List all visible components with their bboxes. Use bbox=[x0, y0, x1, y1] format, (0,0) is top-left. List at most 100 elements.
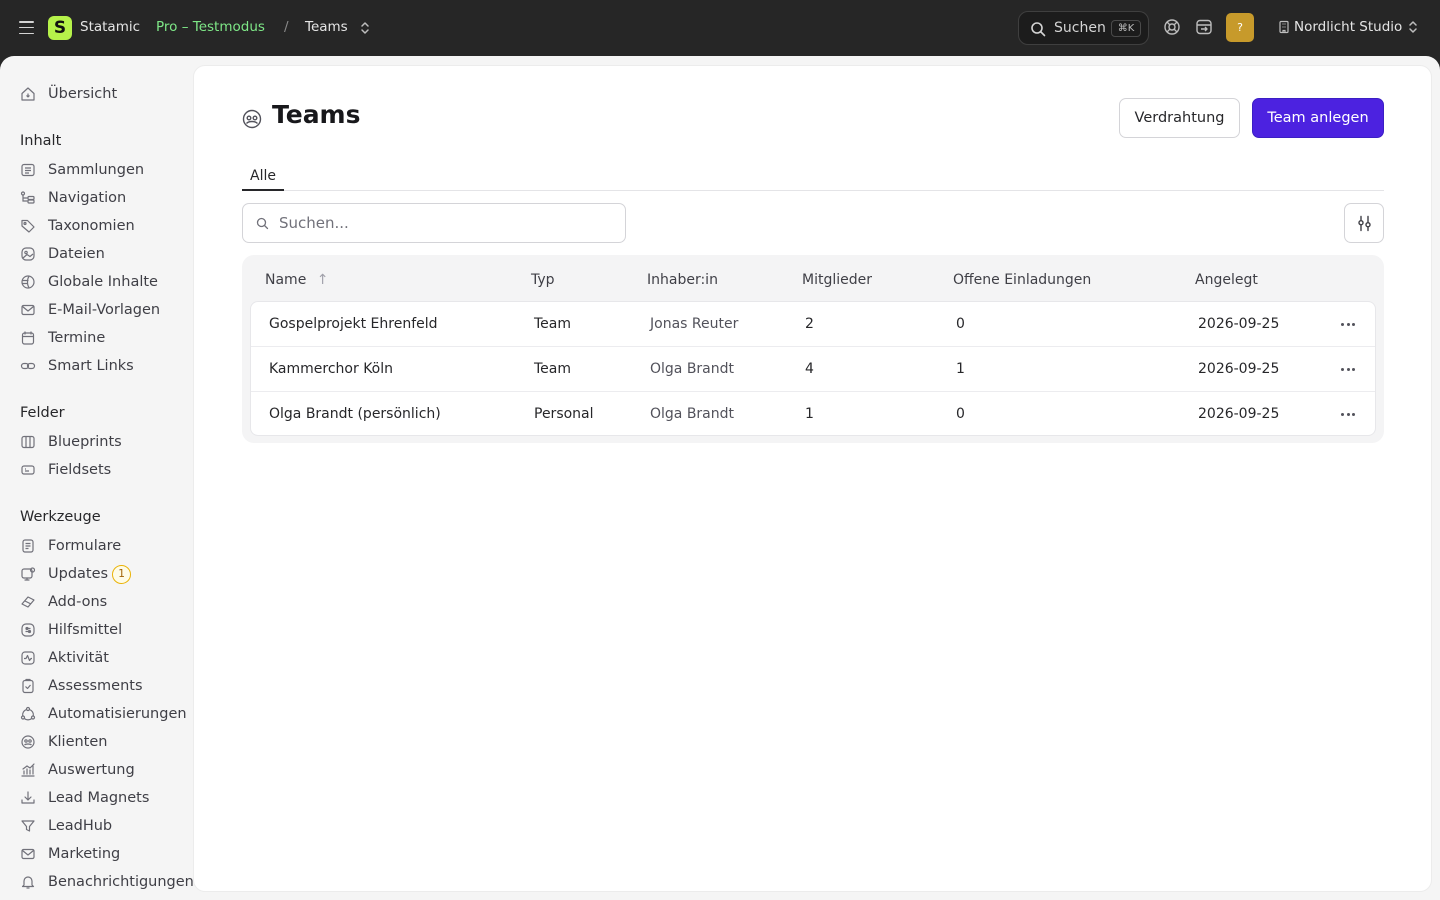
sidebar-item-clients[interactable]: Klienten bbox=[20, 731, 107, 753]
hamburger-line bbox=[19, 32, 34, 34]
statamic-logo[interactable]: S bbox=[48, 16, 72, 40]
team-created: 2026-09-25 bbox=[1198, 406, 1280, 422]
lifebuoy-icon[interactable] bbox=[1163, 18, 1181, 36]
search-icon bbox=[1031, 22, 1046, 37]
menu-toggle-button[interactable] bbox=[19, 21, 34, 34]
sidebar-item-label: Formulare bbox=[48, 538, 122, 554]
sidebar-item-activity[interactable]: Aktivität bbox=[20, 647, 109, 669]
tab-all[interactable]: Alle bbox=[242, 168, 284, 191]
sidebar-item-notifications[interactable]: Benachrichtigungen bbox=[20, 871, 194, 893]
column-header-label: Name bbox=[265, 272, 307, 288]
sidebar-item-label: Hilfsmittel bbox=[48, 622, 123, 638]
sidebar-item-addons[interactable]: Add-ons bbox=[20, 591, 107, 613]
table-row[interactable]: Olga Brandt (persönlich) Personal Olga B… bbox=[251, 392, 1375, 437]
table-row[interactable]: Kammerchor Köln Team Olga Brandt 4 1 202… bbox=[251, 347, 1375, 392]
view-site-icon[interactable] bbox=[1195, 18, 1213, 36]
globe-icon bbox=[21, 275, 35, 289]
sidebar-item-blueprints[interactable]: Blueprints bbox=[20, 431, 122, 453]
team-open-invites: 0 bbox=[956, 406, 965, 422]
sidebar-item-assets[interactable]: Dateien bbox=[20, 243, 105, 265]
search-input[interactable] bbox=[279, 212, 609, 234]
sidebar-item-utilities[interactable]: Hilfsmittel bbox=[20, 619, 122, 641]
sidebar-item-smart-links[interactable]: Smart Links bbox=[20, 355, 134, 377]
row-actions-button[interactable] bbox=[1333, 359, 1363, 379]
create-team-button[interactable]: Team anlegen bbox=[1252, 98, 1384, 138]
sidebar-item-label: Auswertung bbox=[48, 762, 135, 778]
team-open-invites: 0 bbox=[956, 316, 965, 332]
team-created: 2026-09-25 bbox=[1198, 316, 1280, 332]
site-name: Nordlicht Studio bbox=[1294, 19, 1403, 35]
sliders-icon bbox=[1358, 215, 1371, 232]
sidebar-item-label: Klienten bbox=[48, 734, 108, 750]
sidebar-item-label: Taxonomien bbox=[48, 218, 135, 234]
addons-icon bbox=[21, 596, 35, 608]
bell-icon bbox=[21, 876, 35, 889]
sidebar-item-label: Dateien bbox=[48, 246, 105, 262]
column-header-open-invites[interactable]: Offene Einladungen bbox=[953, 272, 1091, 288]
table-row[interactable]: Gospelprojekt Ehrenfeld Team Jonas Reute… bbox=[251, 302, 1375, 347]
fieldset-icon bbox=[21, 465, 35, 475]
main-panel: Teams Verdrahtung Team anlegen Alle Name… bbox=[193, 65, 1432, 892]
sidebar-item-label: Aktivität bbox=[48, 650, 109, 666]
column-header-type[interactable]: Typ bbox=[531, 272, 555, 288]
sidebar-item-label: Smart Links bbox=[48, 358, 134, 374]
collections-icon bbox=[21, 163, 35, 177]
sidebar-item-forms[interactable]: Formulare bbox=[20, 535, 121, 557]
brand-name[interactable]: Statamic bbox=[80, 19, 140, 35]
blueprint-icon bbox=[21, 435, 35, 449]
team-owner: Olga Brandt bbox=[650, 406, 735, 422]
sidebar-item-analytics[interactable]: Auswertung bbox=[20, 759, 135, 781]
column-header-members[interactable]: Mitglieder bbox=[802, 272, 872, 288]
team-members: 4 bbox=[805, 361, 814, 377]
sidebar-item-fieldsets[interactable]: Fieldsets bbox=[20, 459, 111, 481]
sidebar-item-globals[interactable]: Globale Inhalte bbox=[20, 271, 158, 293]
breadcrumb-separator: / bbox=[284, 19, 289, 35]
sidebar-item-email-templates[interactable]: E-Mail-Vorlagen bbox=[20, 299, 160, 321]
sidebar-item-leadhub[interactable]: LeadHub bbox=[20, 815, 112, 837]
sidebar-item-automations[interactable]: Automatisierungen bbox=[20, 703, 187, 725]
team-members: 2 bbox=[805, 316, 814, 332]
updates-icon bbox=[21, 567, 36, 581]
breadcrumb-current[interactable]: Teams bbox=[305, 19, 348, 35]
team-name[interactable]: Gospelprojekt Ehrenfeld bbox=[269, 316, 438, 332]
sidebar-item-label: Updates bbox=[48, 566, 109, 582]
chevron-up-down-icon[interactable] bbox=[358, 20, 372, 36]
analytics-icon bbox=[21, 763, 35, 777]
mail-icon bbox=[21, 304, 35, 316]
wiring-button[interactable]: Verdrahtung bbox=[1119, 98, 1240, 138]
global-search-button[interactable]: Suchen ⌘K bbox=[1018, 11, 1149, 45]
team-owner: Jonas Reuter bbox=[650, 316, 739, 332]
sidebar: Übersicht Inhalt Sammlungen Navigation T… bbox=[0, 56, 194, 900]
utilities-icon bbox=[21, 623, 35, 637]
link-icon bbox=[20, 362, 36, 370]
row-actions-button[interactable] bbox=[1333, 314, 1363, 334]
help-badge[interactable]: ? bbox=[1226, 13, 1254, 42]
team-created: 2026-09-25 bbox=[1198, 361, 1280, 377]
team-name[interactable]: Olga Brandt (persönlich) bbox=[269, 406, 441, 422]
site-switcher[interactable]: Nordlicht Studio bbox=[1278, 19, 1420, 35]
sidebar-item-collections[interactable]: Sammlungen bbox=[20, 159, 144, 181]
sidebar-item-updates[interactable]: Updates 1 bbox=[20, 563, 132, 585]
team-type: Personal bbox=[534, 406, 594, 422]
sidebar-item-navigation[interactable]: Navigation bbox=[20, 187, 126, 209]
column-header-created[interactable]: Angelegt bbox=[1195, 272, 1258, 288]
teams-table: Name ↑ Typ Inhaber:in Mitglieder Offene … bbox=[242, 255, 1384, 443]
column-settings-button[interactable] bbox=[1344, 203, 1384, 243]
edition-label[interactable]: Pro – Testmodus bbox=[156, 19, 265, 35]
column-header-name[interactable]: Name ↑ bbox=[265, 272, 329, 288]
search-field[interactable] bbox=[242, 203, 626, 243]
sidebar-item-appointments[interactable]: Termine bbox=[20, 327, 105, 349]
sidebar-item-label: Übersicht bbox=[48, 86, 118, 102]
sidebar-item-label: Navigation bbox=[48, 190, 127, 206]
clients-icon bbox=[21, 735, 35, 749]
sidebar-item-marketing[interactable]: Marketing bbox=[20, 843, 120, 865]
row-actions-button[interactable] bbox=[1333, 404, 1363, 424]
column-header-owner[interactable]: Inhaber:in bbox=[647, 272, 718, 288]
sidebar-item-label: Add-ons bbox=[48, 594, 108, 610]
sidebar-item-taxonomies[interactable]: Taxonomien bbox=[20, 215, 135, 237]
sidebar-item-lead-magnets[interactable]: Lead Magnets bbox=[20, 787, 149, 809]
sidebar-item-assessments[interactable]: Assessments bbox=[20, 675, 143, 697]
sidebar-item-overview[interactable]: Übersicht bbox=[20, 83, 117, 105]
dashboard-icon bbox=[21, 87, 35, 101]
team-name[interactable]: Kammerchor Köln bbox=[269, 361, 393, 377]
